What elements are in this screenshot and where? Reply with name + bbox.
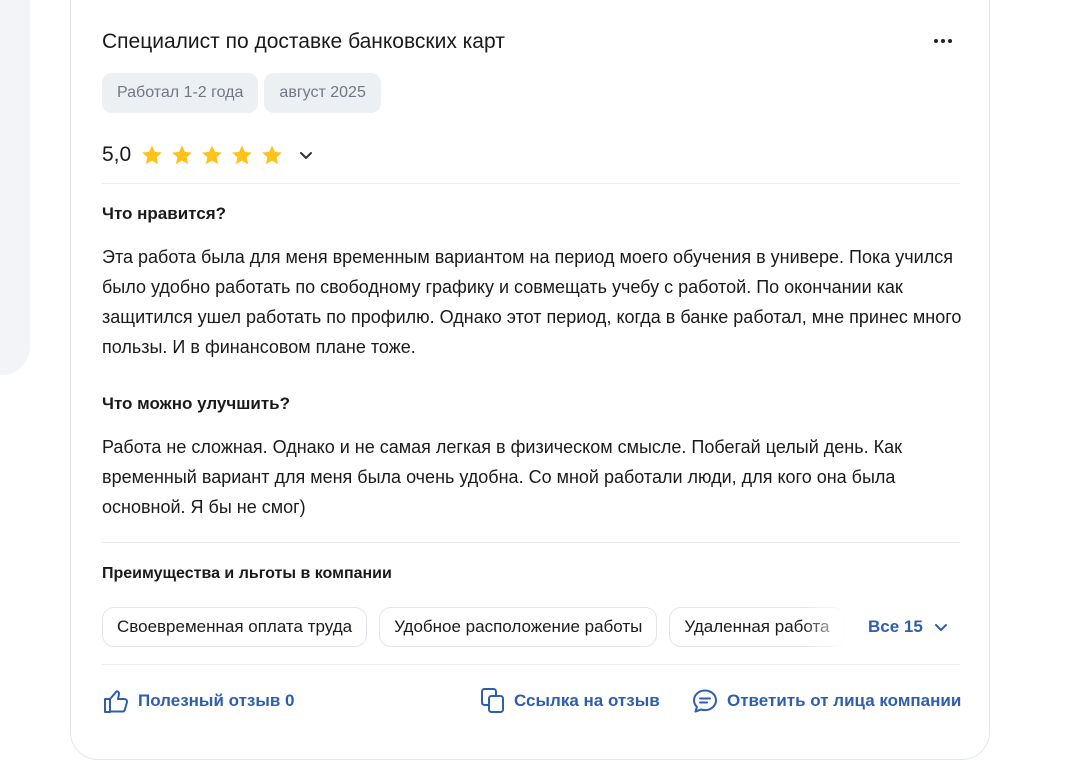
chevron-down-icon[interactable] <box>298 147 314 163</box>
tag-experience: Работал 1-2 года <box>102 73 259 113</box>
star-icon <box>202 145 223 165</box>
review-title: Специалист по доставке банковских карт <box>102 30 505 53</box>
rating-stars <box>140 143 284 167</box>
likes-text: Эта работа была для меня временным вариа… <box>102 247 962 357</box>
chevron-down-icon <box>934 624 947 631</box>
all-benefits-button[interactable]: Все 15 <box>868 607 949 647</box>
reply-as-company-button[interactable]: Ответить от лица компании <box>691 686 961 716</box>
star-icon <box>262 145 283 165</box>
rating-value: 5,0 <box>102 143 132 166</box>
benefit-chip[interactable]: Своевременная оплата труда <box>102 607 368 647</box>
copy-link-icon <box>481 688 504 713</box>
rating-row: 5,0 <box>102 139 314 171</box>
more-dots-icon <box>934 39 938 43</box>
star-icon <box>172 145 193 165</box>
more-options-button[interactable] <box>930 30 956 52</box>
all-benefits-label: Все 15 <box>868 617 923 636</box>
review-tags: Работал 1-2 года август 2025 <box>102 73 381 113</box>
benefit-chip[interactable]: Удаленная работа <box>669 607 845 647</box>
benefits-chips: Своевременная оплата труда Удобное распо… <box>102 607 862 647</box>
improve-title: Что можно улучшить? <box>102 394 291 413</box>
helpful-review-button[interactable]: Полезный отзыв 0 <box>102 686 295 716</box>
likes-title: Что нравится? <box>102 204 227 223</box>
benefits-title: Преимущества и льготы в компании <box>102 565 392 582</box>
divider <box>102 664 960 665</box>
thumbs-up-icon <box>104 690 128 713</box>
divider <box>102 183 960 184</box>
reply-label: Ответить от лица компании <box>727 691 962 710</box>
divider <box>102 542 960 543</box>
star-icon <box>142 145 163 165</box>
benefit-chip[interactable]: Удобное расположение работы <box>379 607 658 647</box>
link-label: Ссылка на отзыв <box>514 691 660 710</box>
review-link-button[interactable]: Ссылка на отзыв <box>480 686 660 716</box>
left-side-panel <box>0 0 30 375</box>
star-icon <box>232 145 253 165</box>
improve-text: Работа не сложная. Однако и не самая лег… <box>102 437 902 517</box>
helpful-label: Полезный отзыв 0 <box>138 691 295 710</box>
chat-bubble-icon <box>693 689 717 713</box>
tag-date: август 2025 <box>264 73 381 113</box>
